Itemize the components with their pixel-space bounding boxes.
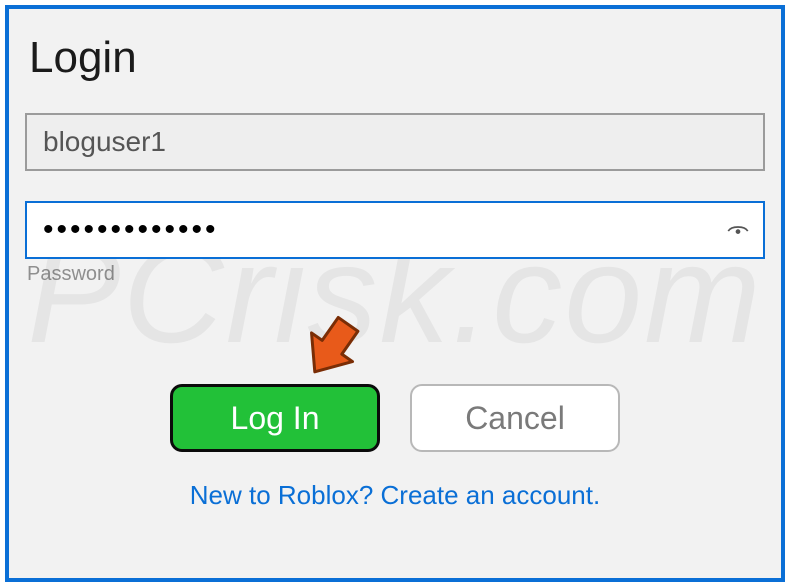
password-field-wrap: Password <box>25 201 765 286</box>
signup-row: New to Roblox? Create an account. <box>23 480 767 511</box>
password-label: Password <box>27 263 765 286</box>
login-button[interactable]: Log In <box>170 384 380 452</box>
button-row: Log In Cancel <box>23 384 767 452</box>
create-account-link[interactable]: New to Roblox? Create an account. <box>190 480 600 510</box>
username-field-wrap <box>25 113 765 171</box>
cancel-button[interactable]: Cancel <box>410 384 620 452</box>
password-row <box>25 201 765 259</box>
dialog-title: Login <box>29 33 761 83</box>
login-dialog: PCrisk.com Login Password Log In Cancel … <box>5 5 785 582</box>
reveal-password-icon[interactable] <box>713 217 763 243</box>
password-input[interactable] <box>27 203 713 257</box>
username-input[interactable] <box>25 113 765 171</box>
